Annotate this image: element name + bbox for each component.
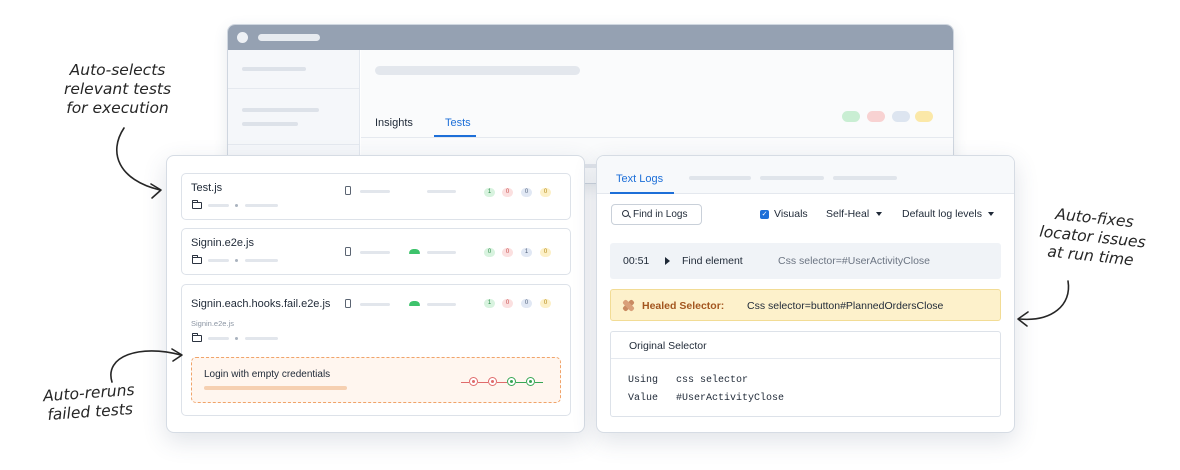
annotation-arrows bbox=[110, 127, 1070, 383]
arrowhead-icon bbox=[171, 348, 183, 362]
arrow-auto-reruns bbox=[110, 350, 182, 383]
arrow-auto-selects bbox=[116, 127, 161, 191]
arrowhead-icon bbox=[150, 183, 162, 199]
